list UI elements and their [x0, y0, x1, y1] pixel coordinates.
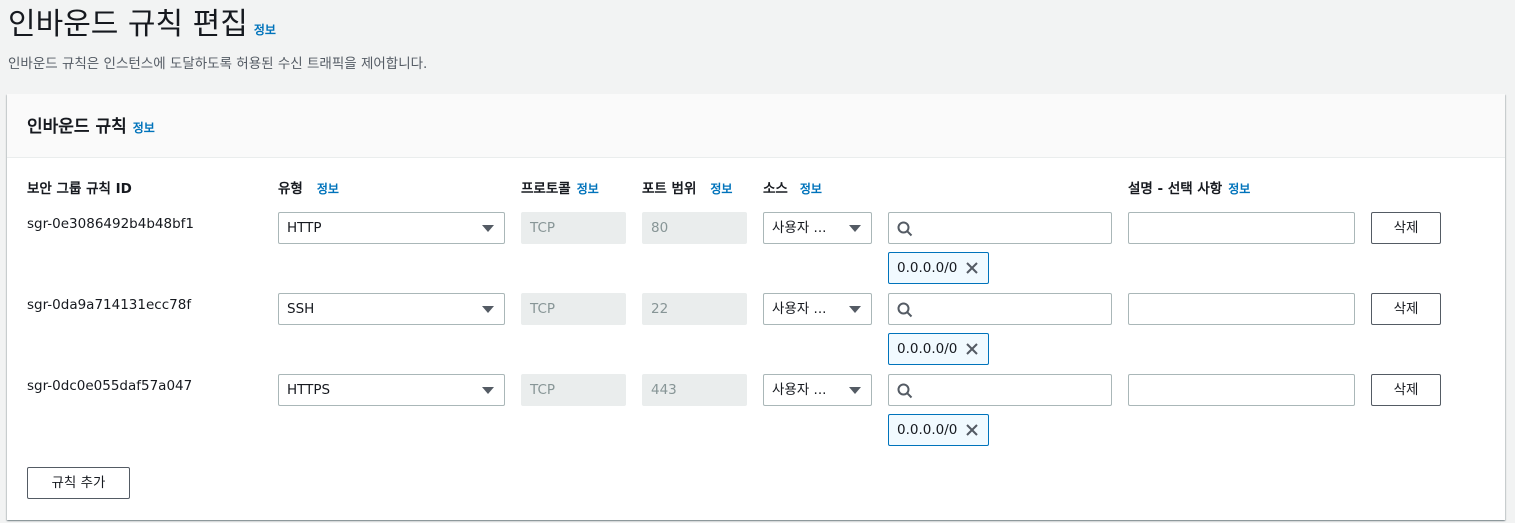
caret-down-icon	[482, 306, 494, 313]
type-select-value: HTTP	[287, 220, 322, 236]
port-range-field: 443	[642, 374, 747, 406]
add-rule-button[interactable]: 규칙 추가	[27, 467, 130, 499]
source-type-select[interactable]: 사용자 ...	[763, 212, 872, 244]
protocol-info-link[interactable]: 정보	[577, 182, 599, 196]
cidr-token-label: 0.0.0.0/0	[897, 260, 958, 276]
delete-rule-button[interactable]: 삭제	[1371, 293, 1441, 325]
cidr-token: 0.0.0.0/0	[888, 252, 989, 284]
type-select[interactable]: HTTP	[278, 212, 505, 244]
panel-title-text: 인바운드 규칙	[27, 117, 127, 137]
column-header-protocol: 프로토콜 정보	[521, 177, 599, 197]
protocol-field: TCP	[521, 212, 626, 244]
description-info-link[interactable]: 정보	[1228, 182, 1250, 196]
port-range-field: 22	[642, 293, 747, 325]
delete-rule-button[interactable]: 삭제	[1371, 212, 1441, 244]
inbound-rules-panel: 인바운드 규칙 정보 보안 그룹 규칙 ID 유형 정보 프로토콜 정보 포트 범위 정…	[7, 94, 1505, 520]
column-label-description: 설명 - 선택 사항	[1128, 181, 1223, 197]
source-type-value: 사용자 ...	[772, 220, 827, 236]
page-title-text: 인바운드 규칙 편집	[8, 7, 248, 42]
type-select[interactable]: HTTPS	[278, 374, 505, 406]
cidr-token: 0.0.0.0/0	[888, 333, 989, 365]
cidr-token-label: 0.0.0.0/0	[897, 341, 958, 357]
close-icon[interactable]	[965, 423, 979, 437]
page-title: 인바운드 규칙 편집 정보	[8, 5, 276, 50]
description-input[interactable]	[1128, 293, 1355, 325]
protocol-field: TCP	[521, 374, 626, 406]
caret-down-icon	[482, 225, 494, 232]
port-range-info-link[interactable]: 정보	[710, 182, 732, 196]
delete-rule-button[interactable]: 삭제	[1371, 374, 1441, 406]
column-label-port-range: 포트 범위	[642, 181, 697, 197]
cidr-token-label: 0.0.0.0/0	[897, 422, 958, 438]
description-input[interactable]	[1128, 212, 1355, 244]
column-label-protocol: 프로토콜	[521, 181, 571, 197]
type-select-value: HTTPS	[287, 382, 331, 398]
caret-down-icon	[482, 387, 494, 394]
source-type-select[interactable]: 사용자 ...	[763, 374, 872, 406]
source-type-value: 사용자 ...	[772, 382, 827, 398]
close-icon[interactable]	[965, 261, 979, 275]
caret-down-icon	[849, 306, 861, 313]
type-info-link[interactable]: 정보	[317, 182, 339, 196]
rule-id: sgr-0da9a714131ecc78f	[27, 297, 192, 313]
column-header-description: 설명 - 선택 사항 정보	[1128, 177, 1250, 197]
type-select[interactable]: SSH	[278, 293, 505, 325]
close-icon[interactable]	[965, 342, 979, 356]
source-search-input[interactable]	[888, 212, 1112, 244]
column-header-source: 소스 정보	[763, 177, 822, 197]
page-description: 인바운드 규칙은 인스턴스에 도달하도록 허용된 수신 트래픽을 제어합니다.	[8, 56, 428, 72]
cidr-token: 0.0.0.0/0	[888, 414, 989, 446]
column-label-rule-id: 보안 그룹 규칙 ID	[27, 181, 132, 197]
source-search-input[interactable]	[888, 374, 1112, 406]
column-label-type: 유형	[278, 181, 303, 197]
caret-down-icon	[849, 225, 861, 232]
search-icon	[897, 221, 913, 237]
search-icon	[897, 302, 913, 318]
panel-title: 인바운드 규칙 정보	[27, 112, 155, 137]
port-range-field: 80	[642, 212, 747, 244]
panel-header: 인바운드 규칙 정보	[7, 94, 1505, 158]
caret-down-icon	[849, 387, 861, 394]
source-info-link[interactable]: 정보	[800, 182, 822, 196]
column-header-port-range: 포트 범위 정보	[642, 177, 732, 197]
protocol-field: TCP	[521, 293, 626, 325]
page-info-link[interactable]: 정보	[254, 23, 276, 37]
panel-info-link[interactable]: 정보	[133, 121, 155, 135]
source-search-input[interactable]	[888, 293, 1112, 325]
source-type-value: 사용자 ...	[772, 301, 827, 317]
search-icon	[897, 383, 913, 399]
type-select-value: SSH	[287, 301, 315, 317]
rule-id: sgr-0dc0e055daf57a047	[27, 378, 193, 394]
column-label-source: 소스	[763, 181, 788, 197]
description-input[interactable]	[1128, 374, 1355, 406]
column-header-rule-id: 보안 그룹 규칙 ID	[27, 177, 132, 197]
rule-id: sgr-0e3086492b4b48bf1	[27, 216, 194, 232]
source-type-select[interactable]: 사용자 ...	[763, 293, 872, 325]
column-header-type: 유형 정보	[278, 177, 339, 197]
